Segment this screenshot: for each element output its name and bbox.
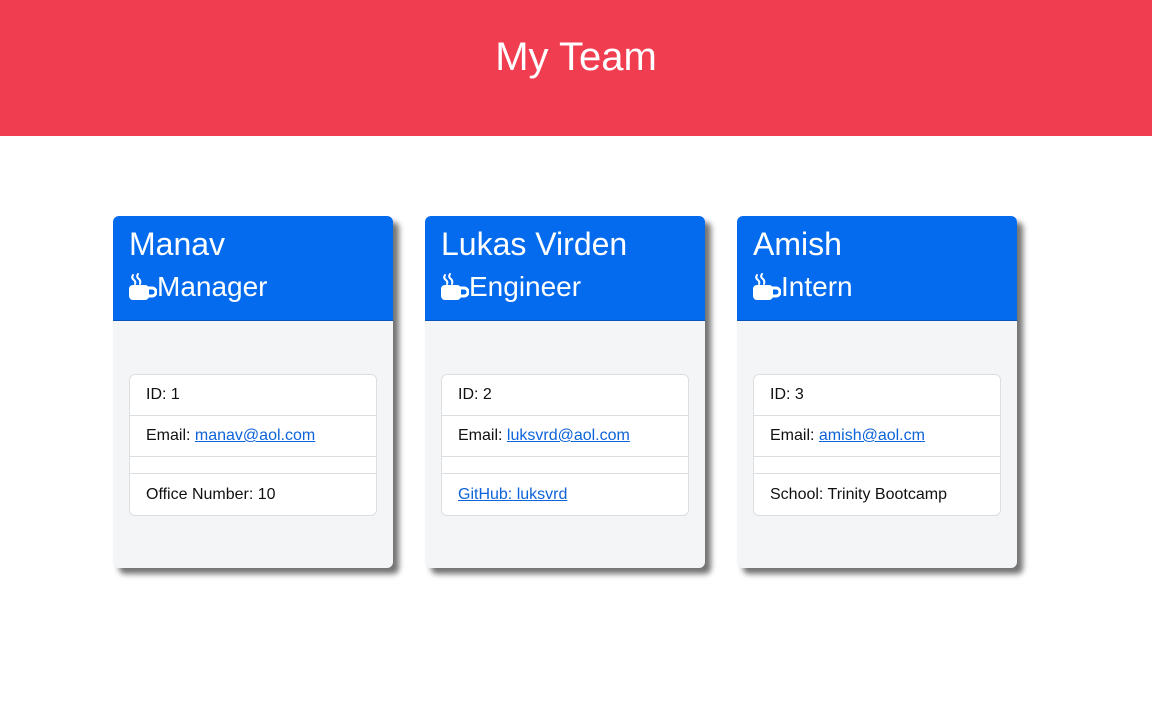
email-link[interactable]: luksvrd@aol.com <box>507 427 630 445</box>
office-number-item: Office Number: 10 <box>146 485 276 503</box>
employee-role: Engineer <box>441 270 581 304</box>
github-item: GitHub: luksvrd <box>442 474 688 515</box>
card-header: Lukas Virden Engineer <box>425 216 705 321</box>
mug-hot-icon <box>753 272 782 302</box>
email-item: Email: amish@aol.cm <box>754 416 1000 457</box>
employee-name: Amish <box>753 226 842 262</box>
role-label: Engineer <box>469 271 582 302</box>
employee-card-engineer: Lukas Virden Engineer ID: 2 Email: luksv… <box>425 216 705 568</box>
page-header: My Team <box>0 0 1152 136</box>
email-label: Email: <box>458 427 503 444</box>
employee-card-intern: Amish Intern ID: 3 Email: amish@aol.cm S… <box>737 216 1017 568</box>
mug-hot-icon <box>441 272 470 302</box>
id-item: ID: 3 <box>754 375 1000 416</box>
employee-details-list: ID: 1 Email: manav@aol.com Office Number… <box>129 374 377 516</box>
school-item: School: Trinity Bootcamp <box>770 485 947 503</box>
empty-item <box>754 457 1000 474</box>
employee-role: Intern <box>753 270 853 304</box>
card-header: Amish Intern <box>737 216 1017 321</box>
page-title: My Team <box>495 35 657 79</box>
employee-name: Lukas Virden <box>441 226 628 262</box>
employee-details-list: ID: 2 Email: luksvrd@aol.com GitHub: luk… <box>441 374 689 516</box>
employee-role: Manager <box>129 270 268 304</box>
empty-item <box>130 457 376 474</box>
card-header: Manav Manager <box>113 216 393 321</box>
email-link[interactable]: amish@aol.cm <box>819 427 925 445</box>
id-item: ID: 1 <box>130 375 376 416</box>
role-label: Manager <box>157 271 268 302</box>
email-item: Email: manav@aol.com <box>130 416 376 457</box>
mug-hot-icon <box>129 272 158 302</box>
employee-name: Manav <box>129 226 226 262</box>
email-link[interactable]: manav@aol.com <box>195 427 315 445</box>
id-item: ID: 2 <box>442 375 688 416</box>
employee-card-manager: Manav Manager ID: 1 Email: manav@aol.com… <box>113 216 393 568</box>
empty-item <box>442 457 688 474</box>
employee-details-list: ID: 3 Email: amish@aol.cm School: Trinit… <box>753 374 1001 516</box>
email-item: Email: luksvrd@aol.com <box>442 416 688 457</box>
email-label: Email: <box>146 427 191 444</box>
email-label: Email: <box>770 427 815 444</box>
github-link[interactable]: GitHub: luksvrd <box>458 486 567 504</box>
role-label: Intern <box>781 271 853 302</box>
